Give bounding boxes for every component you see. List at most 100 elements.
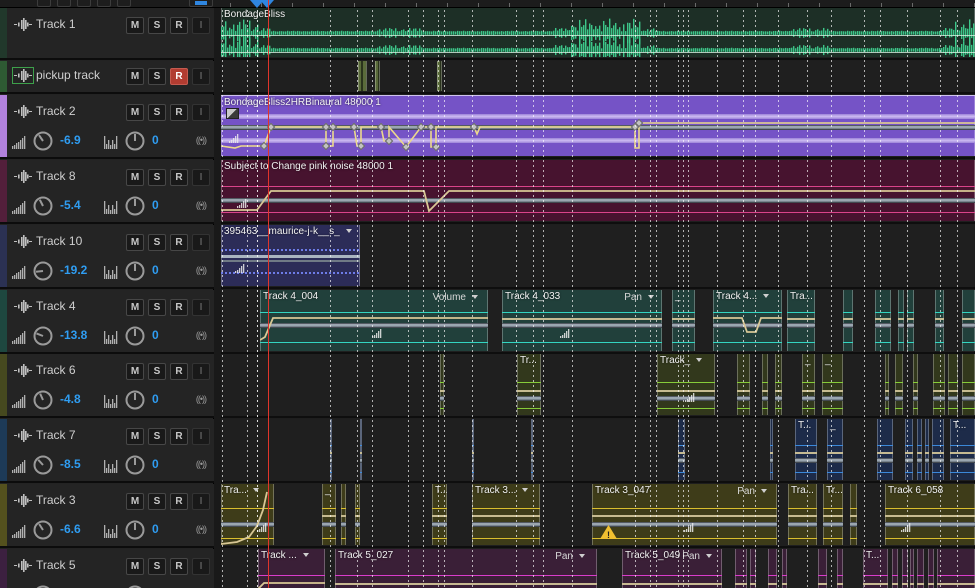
track-header-track-8[interactable]: Track 8 M S R I -5.4 0 ((•)) [0, 160, 214, 224]
audio-clip[interactable]: _ [827, 419, 843, 480]
input-monitor-button[interactable]: I [192, 234, 210, 251]
chevron-down-icon[interactable] [648, 295, 654, 300]
monitor-icon[interactable]: ((•)) [196, 394, 207, 404]
mute-button[interactable]: M [126, 104, 144, 121]
solo-button[interactable]: S [148, 558, 166, 575]
mute-button[interactable]: M [126, 17, 144, 34]
audio-clip[interactable]: T... [950, 419, 975, 480]
pan-knob[interactable] [124, 325, 146, 347]
audio-clip[interactable] [360, 419, 362, 480]
timeline-ruler[interactable] [0, 0, 975, 8]
input-monitor-button[interactable]: I [192, 493, 210, 510]
mute-button[interactable]: M [126, 68, 144, 85]
audio-clip[interactable] [932, 419, 944, 480]
audio-clip[interactable]: Tra... [788, 484, 817, 545]
toolbar-button[interactable] [57, 0, 71, 7]
audio-clip[interactable] [885, 354, 889, 415]
track-header-track-10[interactable]: Track 10 M S R I -19.2 0 ((•)) [0, 225, 214, 289]
solo-button[interactable]: S [148, 428, 166, 445]
monitor-icon[interactable]: ((•)) [196, 330, 207, 340]
pan-knob[interactable] [124, 195, 146, 217]
track-header-track-3[interactable]: Track 3 M S R I -6.6 0 ((•)) [0, 484, 214, 548]
volume-knob[interactable] [32, 584, 54, 588]
record-arm-button[interactable]: R [170, 169, 188, 186]
toolbar-blue-button[interactable] [189, 0, 213, 7]
chevron-down-icon[interactable] [302, 553, 309, 558]
audio-clip[interactable]: 395463__maurice-j-k__s_ [221, 225, 360, 286]
audio-clip[interactable] [910, 549, 914, 588]
audio-clip[interactable]: Track 4_033 Pan [502, 290, 662, 351]
solo-button[interactable]: S [148, 68, 166, 85]
chevron-down-icon[interactable] [345, 229, 352, 234]
audio-clip[interactable] [843, 290, 853, 351]
toolbar-button[interactable] [37, 0, 51, 7]
toolbar-button[interactable] [97, 0, 111, 7]
audio-clip[interactable]: _ [322, 484, 336, 545]
audio-clip[interactable]: Tr... [823, 484, 843, 545]
volume-knob[interactable] [32, 519, 54, 541]
record-arm-button[interactable]: R [170, 234, 188, 251]
audio-clip[interactable] [933, 354, 945, 415]
volume-knob[interactable] [32, 195, 54, 217]
audio-clip[interactable]: Track 3_047 Pan! [592, 484, 777, 545]
mute-button[interactable]: M [126, 169, 144, 186]
volume-knob[interactable] [32, 389, 54, 411]
audio-clip[interactable] [925, 419, 929, 480]
chevron-down-icon[interactable] [706, 554, 712, 559]
solo-button[interactable]: S [148, 104, 166, 121]
audio-clip[interactable]: BondageBliss [221, 8, 975, 57]
input-monitor-button[interactable]: I [192, 104, 210, 121]
solo-button[interactable]: S [148, 363, 166, 380]
monitor-icon[interactable]: ((•)) [196, 265, 207, 275]
toolbar-button[interactable] [117, 0, 131, 7]
input-monitor-button[interactable]: I [192, 169, 210, 186]
pan-knob[interactable] [124, 584, 146, 588]
audio-clip[interactable]: Track 3... [472, 484, 540, 545]
mute-button[interactable]: M [126, 363, 144, 380]
track-header-track-1[interactable]: Track 1 MSRI [0, 8, 214, 60]
audio-clip[interactable] [875, 290, 891, 351]
automation-lane-label[interactable]: Pan [555, 551, 585, 562]
chevron-down-icon[interactable] [252, 488, 259, 493]
record-arm-button[interactable]: R [170, 17, 188, 34]
audio-clip[interactable] [850, 484, 857, 545]
record-arm-button[interactable]: R [170, 558, 188, 575]
chevron-down-icon[interactable] [763, 294, 770, 299]
audio-clip[interactable] [917, 419, 922, 480]
audio-clip[interactable] [898, 290, 904, 351]
toolbar-button[interactable] [77, 0, 91, 7]
track-header-track-4[interactable]: Track 4 M S R I -13.8 0 ((•)) [0, 290, 214, 354]
input-monitor-button[interactable]: I [192, 558, 210, 575]
mute-button[interactable]: M [126, 493, 144, 510]
panel-divider[interactable] [214, 8, 221, 588]
record-arm-button[interactable]: R [170, 104, 188, 121]
automation-lane-label[interactable]: Pan [682, 551, 712, 562]
audio-clip[interactable]: T... [795, 419, 817, 480]
record-arm-button[interactable]: R [170, 363, 188, 380]
input-monitor-button[interactable]: I [192, 299, 210, 316]
automation-lane-label[interactable]: Pan [737, 486, 767, 497]
audio-clip[interactable] [375, 61, 380, 91]
audio-clip[interactable]: _ [822, 354, 843, 415]
volume-knob[interactable] [32, 260, 54, 282]
audio-clip[interactable] [928, 549, 934, 588]
solo-button[interactable]: S [148, 299, 166, 316]
audio-clip[interactable] [782, 549, 787, 588]
monitor-icon[interactable]: ((•)) [196, 135, 207, 145]
audio-clip[interactable] [768, 549, 777, 588]
pan-knob[interactable] [124, 389, 146, 411]
audio-clip[interactable]: Track 5_027 Pan [335, 549, 597, 588]
monitor-icon[interactable]: ((•)) [196, 524, 207, 534]
audio-clip[interactable]: Tr... [517, 354, 541, 415]
track-header-pickup-track[interactable]: pickup track M S R I [0, 61, 214, 94]
chevron-down-icon[interactable] [761, 489, 767, 494]
audio-clip[interactable]: Track 6_058 [885, 484, 975, 545]
audio-clip[interactable]: Track_ [657, 354, 715, 415]
audio-clip[interactable]: Tra... [787, 290, 815, 351]
audio-clip[interactable]: Track 5_049 Pan [622, 549, 722, 588]
solo-button[interactable]: S [148, 234, 166, 251]
audio-clip[interactable] [735, 549, 747, 588]
mute-button[interactable]: M [126, 428, 144, 445]
audio-clip[interactable] [962, 290, 975, 351]
audio-clip[interactable] [907, 290, 914, 351]
